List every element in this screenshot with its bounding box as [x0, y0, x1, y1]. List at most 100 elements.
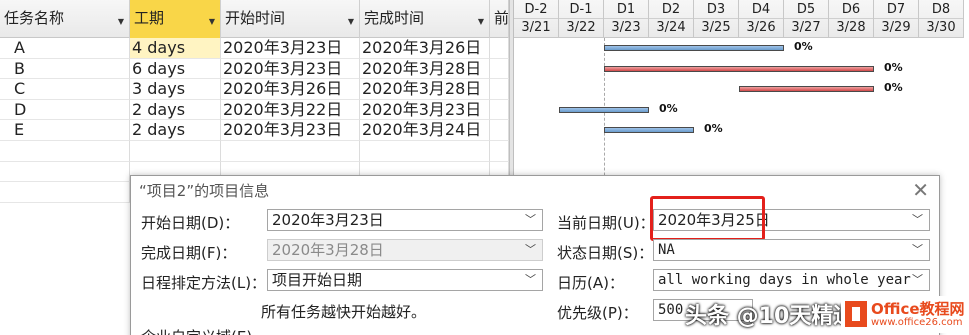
timeline-day-7: D6 3/28: [829, 0, 874, 38]
start-date-value: 2020年3月23日: [272, 211, 384, 229]
cell-start[interactable]: 2020年3月23日: [221, 58, 360, 80]
timeline-day-label: D-2: [514, 0, 558, 19]
cell-finish[interactable]: 2020年3月28日: [360, 58, 490, 80]
timeline-day-8: D7 3/29: [874, 0, 919, 38]
cell-task-name[interactable]: B: [0, 58, 130, 80]
cell-predecessors[interactable]: [490, 99, 509, 121]
cell-duration[interactable]: 4 days: [130, 38, 221, 59]
filter-dropdown-icon[interactable]: ▼: [209, 17, 215, 26]
cell-task-name[interactable]: D: [0, 99, 130, 121]
table-row[interactable]: B 6 days 2020年3月23日 2020年3月28日: [0, 58, 509, 80]
timeline-day-1: D-1 3/22: [559, 0, 604, 38]
timeline-day-label: D8: [919, 0, 963, 19]
timeline-day-5: D4 3/26: [739, 0, 784, 38]
chevron-down-icon[interactable]: ﹀: [912, 240, 923, 260]
cell-predecessors[interactable]: [490, 120, 509, 141]
cell-start[interactable]: 2020年3月26日: [221, 79, 360, 100]
gantt-bar-pct-label: 0%: [884, 81, 903, 95]
filter-dropdown-icon[interactable]: ▼: [118, 17, 124, 26]
timeline-date-label: 3/28: [836, 20, 866, 35]
timeline-day-label: D1: [604, 0, 648, 19]
cell-task-name[interactable]: E: [0, 120, 130, 141]
finish-date-label: 完成日期(F)：: [141, 244, 237, 262]
timeline-day-label: D3: [694, 0, 738, 19]
cell-predecessors[interactable]: [490, 79, 509, 100]
table-header-row: 任务名称 ▼ 工期 ▼ 开始时间 ▼ 完成时间 ▼ 前: [0, 0, 509, 38]
empty-row[interactable]: [0, 140, 509, 162]
cell-start[interactable]: 2020年3月23日: [221, 120, 360, 141]
start-date-field[interactable]: 2020年3月23日 ﹀: [267, 209, 543, 231]
chevron-down-icon[interactable]: ﹀: [525, 210, 536, 230]
watermark: 头条 @10天精通Office Office教程网 www.office26.c…: [683, 294, 969, 335]
close-icon[interactable]: ✕: [912, 178, 929, 202]
cell-duration[interactable]: 2 days: [130, 99, 221, 121]
gantt-bar-a[interactable]: [604, 45, 784, 51]
cell-predecessors[interactable]: [490, 38, 509, 59]
header-duration[interactable]: 工期 ▼: [130, 0, 221, 38]
chevron-down-icon[interactable]: ﹀: [525, 270, 536, 290]
gantt-bar-c[interactable]: [739, 86, 874, 93]
cell-finish[interactable]: 2020年3月24日: [360, 120, 490, 141]
header-start-label: 开始时间: [225, 9, 286, 27]
filter-dropdown-icon[interactable]: ▼: [478, 17, 484, 26]
timeline-day-label: D7: [874, 0, 918, 19]
cell-task-name[interactable]: C: [0, 79, 130, 100]
cell-predecessors[interactable]: [490, 58, 509, 80]
gantt-bar-d[interactable]: [559, 106, 649, 113]
header-predecessors-label: 前: [494, 9, 509, 27]
timeline-day-2: D1 3/23: [604, 0, 649, 38]
finish-date-field: 2020年3月28日 ﹀: [267, 239, 543, 261]
timeline-day-6: D5 3/27: [784, 0, 829, 38]
calendar-value: all working days in whole year: [658, 272, 911, 288]
dialog-title: “项目2”的项目信息: [139, 182, 270, 200]
table-row[interactable]: D 2 days 2020年3月22日 2020年3月23日: [0, 99, 509, 121]
timeline-day-label: D2: [649, 0, 693, 19]
cell-duration[interactable]: 6 days: [130, 58, 221, 80]
chevron-down-icon[interactable]: ﹀: [912, 270, 923, 290]
priority-label: 优先级(P)：: [557, 304, 638, 322]
status-date-label: 状态日期(S)：: [557, 244, 654, 262]
table-row[interactable]: C 3 days 2020年3月26日 2020年3月28日: [0, 79, 509, 100]
header-predecessors[interactable]: 前: [490, 0, 509, 38]
timeline-day-3: D2 3/24: [649, 0, 694, 38]
schedule-from-select[interactable]: 项目开始日期 ﹀: [267, 269, 543, 291]
red-highlight-box: [650, 196, 765, 241]
cell-finish[interactable]: 2020年3月23日: [360, 99, 490, 121]
office-logo-brand: Office教程网: [871, 300, 965, 318]
cell-task-name[interactable]: A: [0, 38, 130, 59]
timeline-date-label: 3/23: [611, 20, 641, 35]
custom-fields-label: 企业自定义域(E): [141, 326, 252, 335]
gantt-bar-e[interactable]: [604, 127, 694, 134]
timeline-day-9: D8 3/30: [919, 0, 964, 38]
timeline-day-label: D6: [829, 0, 873, 19]
gantt-bar-pct-label: 0%: [794, 40, 813, 53]
table-row[interactable]: A 4 days 2020年3月23日 2020年3月26日: [0, 38, 509, 59]
cell-duration[interactable]: 2 days: [130, 120, 221, 141]
timeline-date-label: 3/22: [566, 20, 596, 35]
schedule-hint: 所有任务越快开始越好。: [261, 303, 427, 321]
timeline-date-label: 3/30: [926, 20, 956, 35]
calendar-select[interactable]: all working days in whole year ﹀: [653, 269, 930, 291]
header-start[interactable]: 开始时间 ▼: [221, 0, 360, 38]
timeline-date-label: 3/27: [791, 20, 821, 35]
timeline-date-label: 3/25: [701, 20, 731, 35]
cell-duration[interactable]: 3 days: [130, 79, 221, 100]
header-finish[interactable]: 完成时间 ▼: [360, 0, 490, 38]
filter-dropdown-icon[interactable]: ▼: [348, 17, 354, 26]
cell-finish[interactable]: 2020年3月28日: [360, 79, 490, 100]
header-task-name[interactable]: 任务名称 ▼: [0, 0, 130, 38]
cell-finish[interactable]: 2020年3月26日: [360, 38, 490, 59]
status-date-value: NA: [658, 242, 675, 258]
finish-date-value: 2020年3月28日: [272, 241, 384, 259]
office-logo-icon: [845, 301, 867, 327]
timeline-date-label: 3/26: [746, 20, 776, 35]
header-task-name-label: 任务名称: [4, 9, 65, 27]
status-date-field[interactable]: NA ﹀: [653, 239, 930, 261]
table-row[interactable]: E 2 days 2020年3月23日 2020年3月24日: [0, 120, 509, 141]
cell-start[interactable]: 2020年3月22日: [221, 99, 360, 121]
timeline-date-label: 3/24: [656, 20, 686, 35]
cell-start[interactable]: 2020年3月23日: [221, 38, 360, 59]
chevron-down-icon[interactable]: ﹀: [912, 210, 923, 230]
timeline-day-4: D3 3/25: [694, 0, 739, 38]
gantt-bar-b[interactable]: [604, 65, 874, 72]
